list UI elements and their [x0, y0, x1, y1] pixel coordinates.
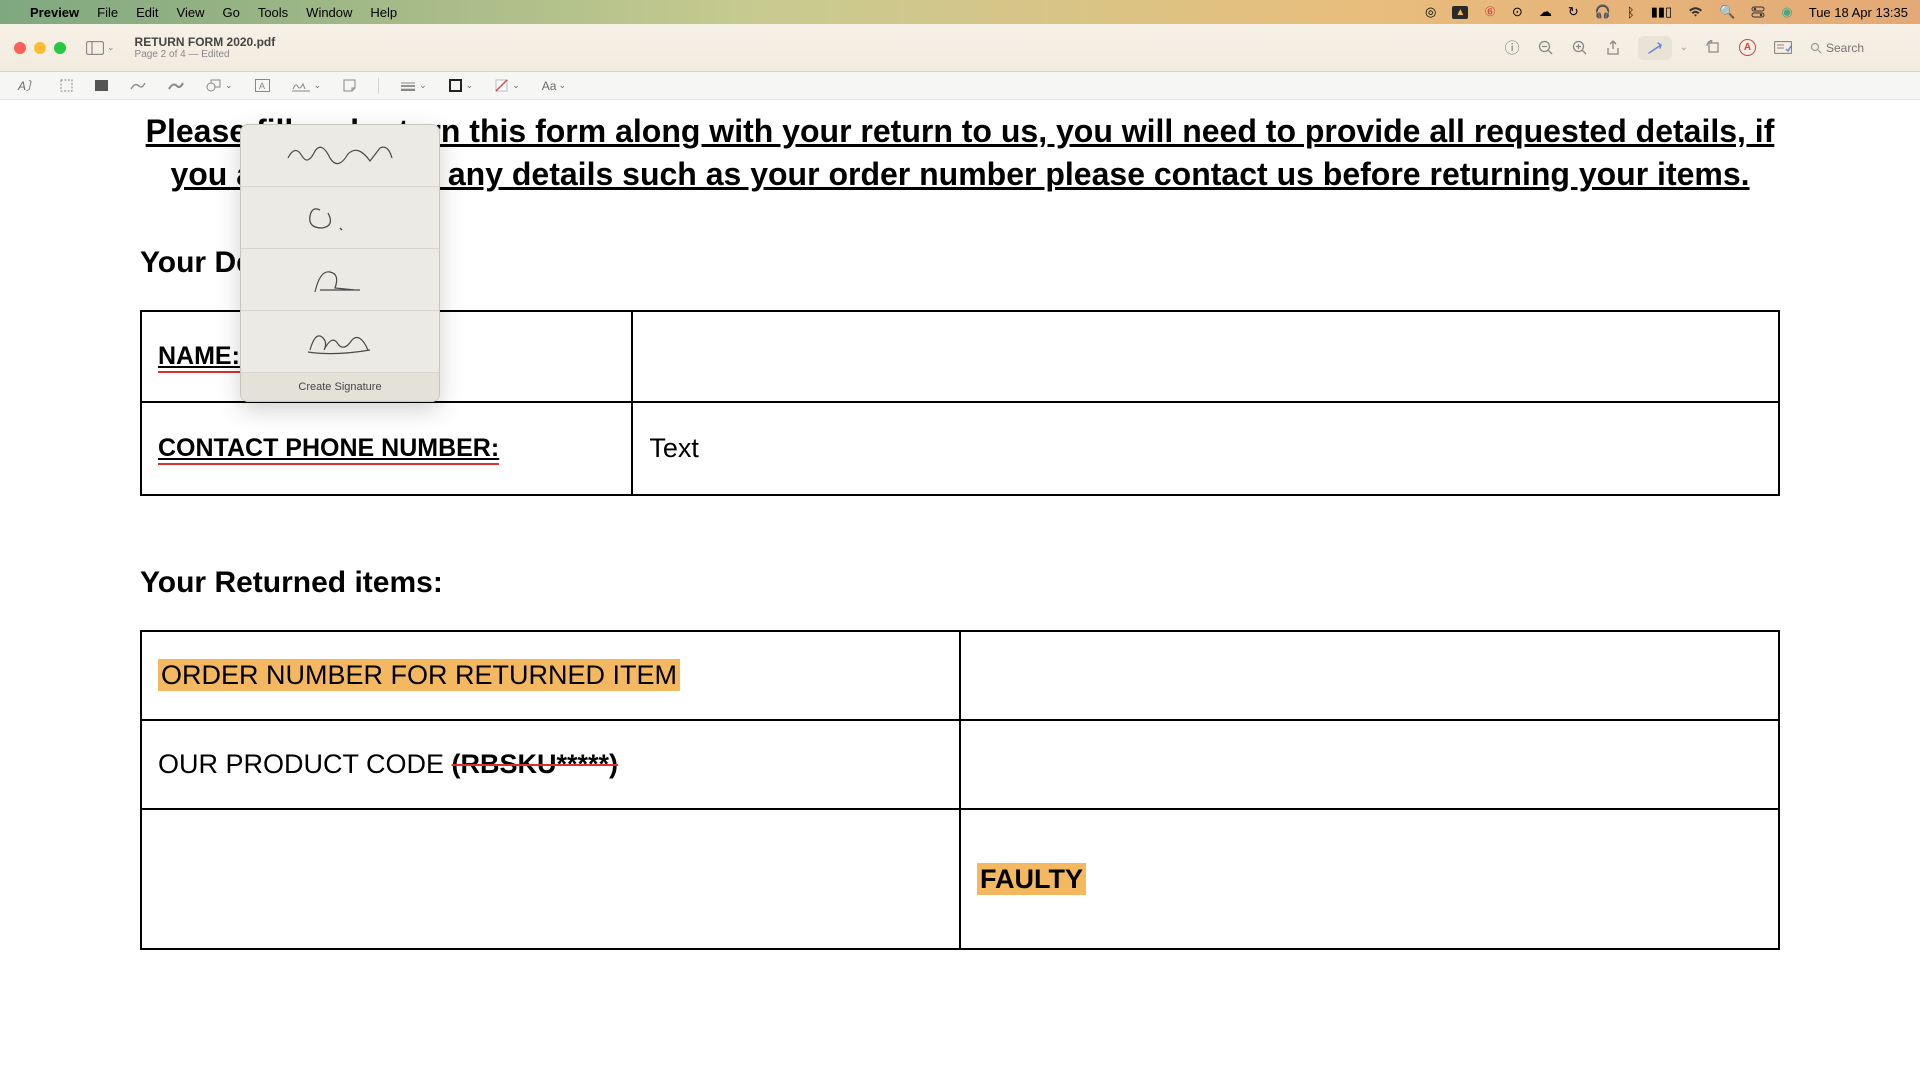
- control-center-icon[interactable]: [1751, 6, 1765, 18]
- svg-text:A: A: [259, 81, 265, 91]
- reason-label-cell: [141, 809, 960, 949]
- border-color-tool[interactable]: ⌄: [449, 79, 474, 92]
- order-number-label-cell: ORDER NUMBER FOR RETURNED ITEM: [141, 631, 960, 720]
- menu-help[interactable]: Help: [370, 5, 397, 20]
- sketch-tool[interactable]: [130, 81, 146, 91]
- search-input[interactable]: [1826, 41, 1906, 55]
- menu-tools[interactable]: Tools: [258, 5, 288, 20]
- signature-option-4[interactable]: [241, 311, 439, 373]
- status-icon-1[interactable]: ◎: [1425, 4, 1436, 20]
- rect-selection-tool[interactable]: [60, 79, 73, 92]
- traffic-lights: [14, 42, 66, 54]
- font-tool[interactable]: Aa ⌄: [542, 79, 566, 93]
- fill-color-tool[interactable]: ⌄: [495, 79, 520, 92]
- redact-tool[interactable]: [95, 80, 108, 91]
- markup-toolbar: A〕 ⌄ A ⌄ ⌄ ⌄ ⌄ Aa ⌄: [0, 72, 1920, 100]
- menu-window[interactable]: Window: [306, 5, 352, 20]
- menubar-clock[interactable]: Tue 18 Apr 13:35: [1809, 5, 1908, 20]
- signature-option-1[interactable]: [241, 125, 439, 187]
- app-menu[interactable]: Preview: [30, 5, 79, 20]
- share-icon[interactable]: [1606, 40, 1620, 56]
- signature-option-2[interactable]: [241, 187, 439, 249]
- menu-edit[interactable]: Edit: [136, 5, 158, 20]
- draw-tool[interactable]: [168, 81, 184, 91]
- preview-window: ⌄ RETURN FORM 2020.pdf Page 2 of 4 — Edi…: [0, 24, 1920, 1080]
- document-subtitle: Page 2 of 4 — Edited: [135, 49, 276, 60]
- chevron-down-icon: ⌄: [107, 42, 115, 53]
- close-button[interactable]: [14, 42, 26, 54]
- status-icon-2[interactable]: ▲: [1452, 6, 1468, 19]
- siri-icon[interactable]: ◉: [1781, 4, 1792, 20]
- returned-items-table: ORDER NUMBER FOR RETURNED ITEM OUR PRODU…: [140, 630, 1780, 950]
- search-icon: [1810, 42, 1822, 54]
- battery-icon[interactable]: ▮▮▯: [1651, 4, 1672, 20]
- phone-value-cell[interactable]: Text: [632, 402, 1779, 495]
- text-selection-tool[interactable]: A〕: [18, 77, 38, 94]
- status-icon-3[interactable]: ⑥: [1484, 4, 1496, 20]
- spotlight-icon[interactable]: 🔍: [1719, 4, 1735, 20]
- line-style-tool[interactable]: ⌄: [401, 80, 427, 91]
- shapes-tool[interactable]: ⌄: [206, 79, 233, 92]
- create-signature-button[interactable]: Create Signature: [241, 373, 439, 401]
- info-icon[interactable]: ⓘ: [1505, 37, 1520, 58]
- sign-tool[interactable]: ⌄: [292, 80, 322, 92]
- timemachine-icon[interactable]: ↻: [1568, 4, 1579, 20]
- titlebar: ⌄ RETURN FORM 2020.pdf Page 2 of 4 — Edi…: [0, 24, 1920, 72]
- search-field[interactable]: [1810, 41, 1906, 55]
- zoom-in-icon[interactable]: [1572, 40, 1588, 56]
- table-row: CONTACT PHONE NUMBER: Text: [141, 402, 1779, 495]
- signature-option-3[interactable]: [241, 249, 439, 311]
- toolbar-separator: [378, 78, 379, 94]
- minimize-button[interactable]: [34, 42, 46, 54]
- table-row: OUR PRODUCT CODE (RBSKU*****): [141, 720, 1779, 809]
- sidebar-toggle[interactable]: ⌄: [86, 41, 115, 55]
- zoom-out-icon[interactable]: [1538, 40, 1554, 56]
- reason-value-cell[interactable]: FAULTY: [960, 809, 1779, 949]
- wifi-icon[interactable]: [1688, 7, 1703, 18]
- form-icon[interactable]: [1774, 41, 1792, 54]
- status-icon-4[interactable]: ⊙: [1512, 4, 1523, 20]
- bluetooth-icon[interactable]: ᛒ: [1627, 5, 1635, 20]
- signature-popover: Create Signature: [240, 124, 440, 402]
- menu-file[interactable]: File: [97, 5, 118, 20]
- menu-go[interactable]: Go: [222, 5, 239, 20]
- table-row: FAULTY: [141, 809, 1779, 949]
- phone-label-cell: CONTACT PHONE NUMBER:: [141, 402, 632, 495]
- text-tool[interactable]: A: [255, 79, 270, 92]
- markup-toggle[interactable]: [1638, 36, 1672, 60]
- cloud-icon[interactable]: ☁: [1539, 4, 1552, 20]
- annotate-a-icon[interactable]: A: [1739, 39, 1756, 56]
- menu-view[interactable]: View: [177, 5, 205, 20]
- macos-menubar: Preview File Edit View Go Tools Window H…: [0, 0, 1920, 24]
- maximize-button[interactable]: [54, 42, 66, 54]
- order-number-value-cell[interactable]: [960, 631, 1779, 720]
- returned-items-heading: Your Returned items:: [140, 566, 1780, 600]
- product-code-value-cell[interactable]: [960, 720, 1779, 809]
- name-value-cell[interactable]: [632, 311, 1779, 402]
- table-row: ORDER NUMBER FOR RETURNED ITEM: [141, 631, 1779, 720]
- rotate-icon[interactable]: [1706, 40, 1721, 55]
- chevron-down-icon[interactable]: ⌄: [1680, 42, 1688, 53]
- headphones-icon[interactable]: 🎧: [1595, 4, 1611, 20]
- document-title: RETURN FORM 2020.pdf: [135, 35, 276, 49]
- note-tool[interactable]: [343, 79, 356, 92]
- product-code-label-cell: OUR PRODUCT CODE (RBSKU*****): [141, 720, 960, 809]
